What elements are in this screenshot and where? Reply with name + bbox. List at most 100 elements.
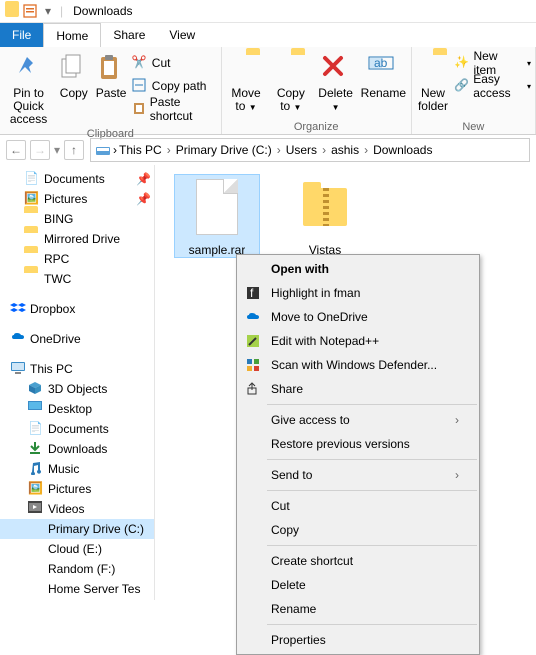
easy-access-button[interactable]: 🔗 Easy access▾ [454, 76, 531, 96]
tree-videos[interactable]: Videos [0, 499, 154, 519]
move-to-button[interactable]: Move to ▼ [226, 49, 267, 113]
drive-icon [28, 541, 44, 557]
fman-icon: f [243, 284, 263, 302]
tree-onedrive[interactable]: OneDrive [0, 329, 154, 349]
file-sample-rar[interactable]: sample.rar [175, 175, 259, 257]
menu-open-with[interactable]: Open with [237, 257, 479, 281]
paste-button[interactable]: Paste [94, 49, 127, 100]
tree-twc[interactable]: TWC [0, 269, 154, 289]
drive-c-icon [28, 521, 44, 537]
menu-cut[interactable]: Cut [237, 494, 479, 518]
menu-scan-defender[interactable]: Scan with Windows Defender... [237, 353, 479, 377]
menu-bar: File Home Share View [0, 23, 536, 47]
crumb-downloads[interactable]: Downloads [373, 143, 432, 157]
folder-icon [24, 251, 40, 267]
drive-icon [95, 142, 111, 158]
address-bar: ← → ▾ ↑ › This PC› Primary Drive (C:)› U… [0, 135, 536, 165]
copy-to-button[interactable]: Copy to ▼ [270, 49, 311, 113]
menu-copy[interactable]: Copy [237, 518, 479, 542]
menu-send-to[interactable]: Send to› [237, 463, 479, 487]
tab-view[interactable]: View [157, 23, 207, 47]
menu-edit-notepad[interactable]: Edit with Notepad++ [237, 329, 479, 353]
cut-button[interactable]: ✂️ Cut [132, 53, 217, 73]
paste-label: Paste [96, 87, 127, 100]
menu-highlight-fman[interactable]: fHighlight in fman [237, 281, 479, 305]
drive-icon [28, 561, 44, 577]
copy-to-icon [275, 53, 307, 85]
tree-pictures[interactable]: 🖼️Pictures📌 [0, 189, 154, 209]
crumb-drive[interactable]: Primary Drive (C:)› [176, 143, 284, 157]
blank-file-icon [185, 175, 249, 239]
pin-quick-access-button[interactable]: Pin to Quick access [4, 49, 53, 127]
tree-random-drive[interactable]: Random (F:) [0, 559, 154, 579]
new-item-button[interactable]: ✨ New item▾ [454, 53, 531, 73]
tree-downloads[interactable]: Downloads [0, 439, 154, 459]
new-folder-button[interactable]: New folder [416, 49, 451, 113]
up-button[interactable]: ↑ [64, 140, 84, 160]
delete-button[interactable]: Delete ▼ [315, 49, 356, 113]
qat-dropdown-icon[interactable]: ▾ [40, 3, 56, 19]
ribbon-group-new: New folder ✨ New item▾ 🔗 Easy access▾ Ne… [412, 47, 536, 134]
tree-pictures2[interactable]: 🖼️Pictures [0, 479, 154, 499]
tree-3dobjects[interactable]: 3D Objects [0, 379, 154, 399]
tree-rpc[interactable]: RPC [0, 249, 154, 269]
tree-dropbox[interactable]: Dropbox [0, 299, 154, 319]
folder-icon [24, 271, 40, 287]
back-button[interactable]: ← [6, 140, 26, 160]
history-dropdown[interactable]: ▾ [54, 143, 60, 157]
paste-shortcut-button[interactable]: Paste shortcut [132, 99, 217, 119]
folder-icon [24, 231, 40, 247]
copy-button[interactable]: Copy [57, 49, 90, 100]
file-vistas[interactable]: Vistas [283, 175, 367, 257]
tree-music[interactable]: Music [0, 459, 154, 479]
chevron-icon[interactable]: › [113, 143, 117, 157]
menu-properties[interactable]: Properties [237, 628, 479, 652]
rename-button[interactable]: ab Rename [360, 49, 407, 100]
delete-x-icon [320, 53, 352, 85]
menu-move-onedrive[interactable]: Move to OneDrive [237, 305, 479, 329]
pc-icon [10, 361, 26, 377]
downloads-icon [28, 441, 44, 457]
menu-separator [267, 459, 477, 460]
menu-rename[interactable]: Rename [237, 597, 479, 621]
menu-share[interactable]: Share [237, 377, 479, 401]
tree-thispc[interactable]: This PC [0, 359, 154, 379]
crumb-user[interactable]: ashis› [331, 143, 371, 157]
onedrive-icon [243, 308, 263, 326]
tree-mirrored[interactable]: Mirrored Drive [0, 229, 154, 249]
pin-label: Pin to Quick access [4, 87, 53, 127]
menu-delete[interactable]: Delete [237, 573, 479, 597]
menu-restore-versions[interactable]: Restore previous versions [237, 432, 479, 456]
copy-path-button[interactable]: Copy path [132, 76, 217, 96]
tab-home[interactable]: Home [43, 23, 101, 47]
tree-cloud-drive[interactable]: Cloud (E:) [0, 539, 154, 559]
context-menu: Open with fHighlight in fman Move to One… [236, 254, 480, 655]
pictures-icon: 🖼️ [28, 481, 44, 497]
tab-share[interactable]: Share [101, 23, 157, 47]
breadcrumb-bar[interactable]: › This PC› Primary Drive (C:)› Users› as… [90, 138, 530, 162]
tab-file[interactable]: File [0, 23, 43, 47]
forward-button[interactable]: → [30, 140, 50, 160]
dropbox-icon [10, 301, 26, 317]
menu-give-access[interactable]: Give access to› [237, 408, 479, 432]
nav-tree[interactable]: 📄Documents📌 🖼️Pictures📌 BING Mirrored Dr… [0, 165, 155, 600]
share-icon [243, 380, 263, 398]
pin-icon: 📌 [136, 192, 148, 206]
documents-icon: 📄 [28, 421, 44, 437]
tree-documents[interactable]: 📄Documents📌 [0, 169, 154, 189]
pin-icon: 📌 [136, 172, 148, 186]
desktop-icon [28, 401, 44, 417]
properties-icon[interactable] [22, 3, 38, 19]
new-folder-icon [417, 53, 449, 85]
tree-bing[interactable]: BING [0, 209, 154, 229]
tree-desktop[interactable]: Desktop [0, 399, 154, 419]
tree-homeserver[interactable]: Home Server Tes [0, 579, 154, 599]
cube-icon [28, 381, 44, 397]
new-item-icon: ✨ [454, 55, 469, 71]
menu-separator [267, 404, 477, 405]
tree-documents2[interactable]: 📄Documents [0, 419, 154, 439]
crumb-users[interactable]: Users› [286, 143, 329, 157]
tree-primary-drive[interactable]: Primary Drive (C:) [0, 519, 154, 539]
menu-create-shortcut[interactable]: Create shortcut [237, 549, 479, 573]
crumb-thispc[interactable]: This PC› [119, 143, 174, 157]
